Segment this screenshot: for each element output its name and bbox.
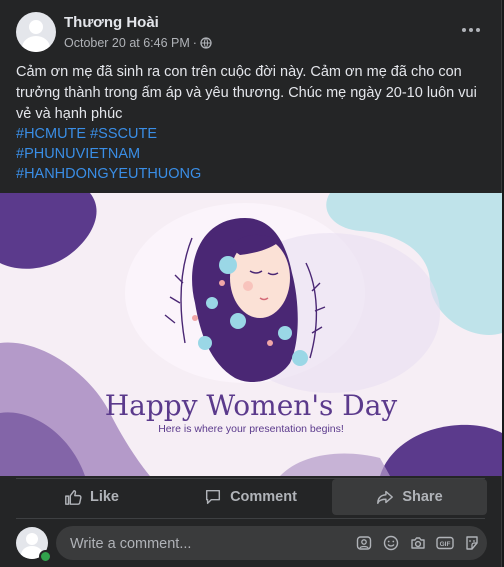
thumbs-up-icon [65,489,82,505]
post-card: Thương Hoài October 20 at 6:46 PM · Cảm … [0,0,502,567]
comment-label: Comment [230,489,297,505]
online-status-indicator [39,550,52,563]
image-title: Happy Women's Day [104,389,398,422]
author-name[interactable]: Thương Hoài [64,14,159,31]
share-button[interactable]: Share [332,479,487,515]
camera-icon[interactable] [409,534,427,552]
post-image[interactable]: Happy Women's Day Here is where your pre… [0,193,502,476]
comment-input[interactable] [68,526,332,562]
post-actions: Like Comment Share [12,479,489,515]
image-subtitle: Here is where your presentation begins! [158,423,344,435]
more-options-icon[interactable] [457,20,485,40]
like-button[interactable]: Like [14,479,169,515]
hashtag-list: #HCMUTE #SSCUTE #PHUNUVIETNAM #HANHDONGY… [16,124,478,184]
comment-tools: GIF [355,534,481,552]
hashtag-link[interactable]: #HCMUTE #SSCUTE [16,124,478,144]
post-timestamp[interactable]: October 20 at 6:46 PM [64,36,190,50]
comment-box[interactable]: GIF [56,526,487,562]
globe-icon[interactable] [200,37,212,49]
gif-icon[interactable]: GIF [436,534,454,552]
post-meta: October 20 at 6:46 PM · [64,36,212,50]
avatar-sticker-icon[interactable] [355,534,373,552]
like-label: Like [89,489,119,505]
emoji-icon[interactable] [382,534,400,552]
share-icon [377,490,394,505]
divider [16,518,485,519]
sticker-icon[interactable] [463,534,481,552]
meta-separator: · [192,36,197,50]
comment-button[interactable]: Comment [173,479,328,515]
svg-text:GIF: GIF [440,541,451,548]
hashtag-link[interactable]: #HANHDONGYEUTHUONG [16,164,478,184]
author-avatar[interactable] [16,12,56,52]
comment-icon [206,489,221,505]
share-label: Share [402,489,443,505]
hashtag-link[interactable]: #PHUNUVIETNAM [16,144,478,164]
post-text: Cảm ơn mẹ đã sinh ra con trên cuộc đời n… [16,64,477,122]
comment-composer: GIF [16,525,487,563]
post-header: Thương Hoài October 20 at 6:46 PM · [16,12,485,54]
